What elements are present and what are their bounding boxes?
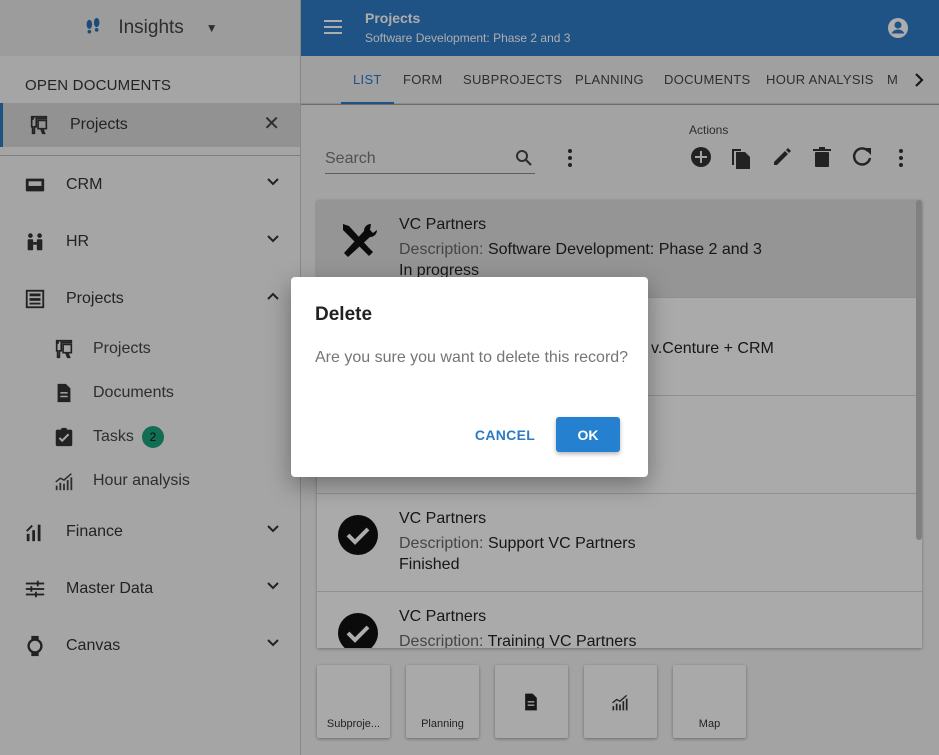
- dialog-message: Are you sure you want to delete this rec…: [315, 349, 629, 366]
- cancel-button[interactable]: CANCEL: [467, 417, 543, 453]
- dialog-title: Delete: [315, 304, 373, 325]
- ok-button[interactable]: OK: [556, 417, 620, 452]
- delete-dialog: Delete Are you sure you want to delete t…: [291, 277, 648, 477]
